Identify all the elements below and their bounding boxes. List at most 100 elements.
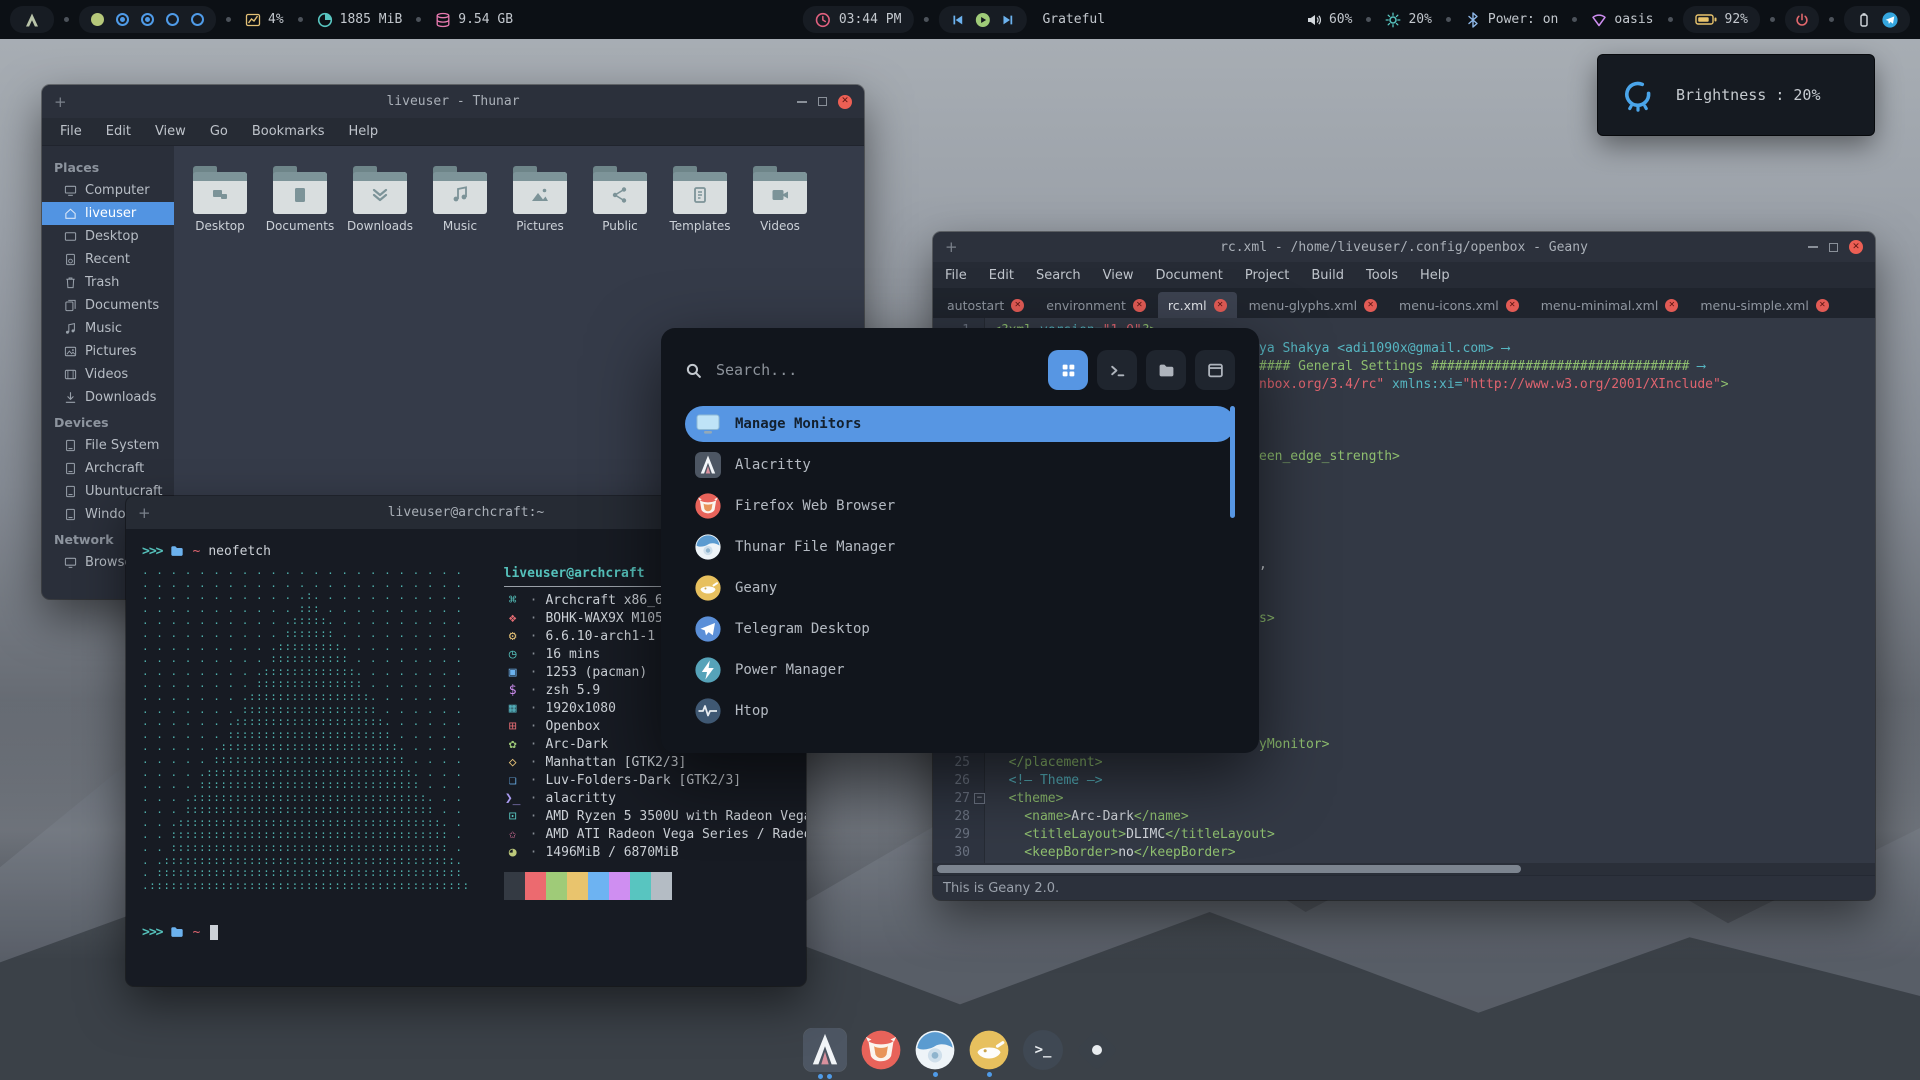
sidebar-item-liveuser[interactable]: liveuser	[42, 202, 174, 225]
launcher-item-geany[interactable]: Geany	[685, 570, 1235, 606]
geany-menu-view[interactable]: View	[1103, 268, 1134, 283]
sidebar-item-computer[interactable]: Computer	[42, 179, 174, 202]
geany-menu-file[interactable]: File	[945, 268, 967, 283]
power-button[interactable]	[1785, 6, 1819, 33]
dock-item-geany[interactable]	[969, 1030, 1009, 1070]
geany-menu-edit[interactable]: Edit	[989, 268, 1014, 283]
close-icon[interactable]: ✕	[838, 95, 852, 109]
bluetooth-widget[interactable]: Power: on	[1461, 6, 1562, 33]
close-icon[interactable]: ✕	[1849, 240, 1863, 254]
sidebar-item-documents[interactable]: Documents	[42, 294, 174, 317]
dock-item-alacritty[interactable]	[803, 1028, 847, 1072]
dock-item-firefox[interactable]	[861, 1030, 901, 1070]
cpu-widget[interactable]: 4%	[241, 6, 288, 33]
launcher-item-firefox-web-browser[interactable]: Firefox Web Browser	[685, 488, 1235, 524]
sidebar-item-archcraft[interactable]: Archcraft	[42, 457, 174, 480]
disk-widget[interactable]: 9.54 GB	[431, 6, 517, 33]
folder-music[interactable]: Music	[428, 164, 492, 233]
play-icon[interactable]	[974, 12, 990, 28]
mode-apps-button[interactable]	[1048, 350, 1088, 390]
folder-pictures[interactable]: Pictures	[508, 164, 572, 233]
new-tab-icon[interactable]: +	[138, 504, 151, 522]
workspace-indicator-4[interactable]	[166, 13, 179, 26]
geany-menu-help[interactable]: Help	[1420, 268, 1450, 283]
workspace-indicator-2[interactable]	[116, 13, 129, 26]
workspace-indicator-5[interactable]	[191, 13, 204, 26]
tab-menu-minimal-xml[interactable]: menu-minimal.xml✕	[1531, 292, 1689, 318]
geany-menu-project[interactable]: Project	[1245, 268, 1289, 283]
dock-item-thunar[interactable]	[915, 1030, 955, 1070]
tab-environment[interactable]: environment✕	[1036, 292, 1156, 318]
folder-downloads[interactable]: Downloads	[348, 164, 412, 233]
close-tab-icon[interactable]: ✕	[1816, 299, 1829, 312]
folder-videos[interactable]: Videos	[748, 164, 812, 233]
memory-widget[interactable]: 1885 MiB	[313, 6, 407, 33]
folder-documents[interactable]: Documents	[268, 164, 332, 233]
archcraft-logo-button[interactable]	[10, 6, 54, 33]
thunar-menu-go[interactable]: Go	[210, 124, 228, 139]
sidebar-item-music[interactable]: Music	[42, 317, 174, 340]
thunar-menu-view[interactable]: View	[155, 124, 186, 139]
geany-menu-document[interactable]: Document	[1155, 268, 1222, 283]
launcher-item-htop[interactable]: Htop	[685, 693, 1235, 729]
minimize-icon[interactable]	[797, 101, 807, 103]
thunar-menu-edit[interactable]: Edit	[106, 124, 131, 139]
close-tab-icon[interactable]: ✕	[1506, 299, 1519, 312]
geany-titlebar[interactable]: + rc.xml - /home/liveuser/.config/openbo…	[933, 232, 1875, 262]
tab-menu-icons-xml[interactable]: menu-icons.xml✕	[1389, 292, 1529, 318]
fold-marker[interactable]: −	[974, 793, 985, 804]
workspace-indicator-3[interactable]	[141, 13, 154, 26]
minimize-icon[interactable]	[1808, 246, 1818, 248]
dock-item-terminal[interactable]: >_	[1023, 1030, 1063, 1070]
tab-autostart[interactable]: autostart✕	[937, 292, 1034, 318]
sidebar-item-pictures[interactable]: Pictures	[42, 340, 174, 363]
brightness-notification[interactable]: Brightness : 20%	[1598, 55, 1874, 135]
search-bar[interactable]	[685, 360, 1036, 380]
tab-menu-simple-xml[interactable]: menu-simple.xml✕	[1690, 292, 1839, 318]
thunar-menu-bookmarks[interactable]: Bookmarks	[252, 124, 325, 139]
launcher-item-power-manager[interactable]: Power Manager	[685, 652, 1235, 688]
geany-menu-build[interactable]: Build	[1311, 268, 1344, 283]
tab-rc-xml[interactable]: rc.xml✕	[1158, 292, 1237, 318]
sidebar-item-recent[interactable]: Recent	[42, 248, 174, 271]
geany-menu-tools[interactable]: Tools	[1366, 268, 1398, 283]
sidebar-item-videos[interactable]: Videos	[42, 363, 174, 386]
battery-widget[interactable]: 92%	[1683, 6, 1760, 33]
launcher-item-telegram-desktop[interactable]: Telegram Desktop	[685, 611, 1235, 647]
dock-item-settings[interactable]	[1077, 1030, 1117, 1070]
mode-run-button[interactable]	[1097, 350, 1137, 390]
network-widget[interactable]: oasis	[1587, 6, 1657, 33]
folder-templates[interactable]: Templates	[668, 164, 732, 233]
close-tab-icon[interactable]: ✕	[1364, 299, 1377, 312]
volume-widget[interactable]: 60%	[1302, 6, 1356, 33]
close-tab-icon[interactable]: ✕	[1133, 299, 1146, 312]
close-tab-icon[interactable]: ✕	[1214, 299, 1227, 312]
search-input[interactable]	[714, 360, 1036, 380]
launcher-item-thunar-file-manager[interactable]: Thunar File Manager	[685, 529, 1235, 565]
launcher-item-alacritty[interactable]: Alacritty	[685, 447, 1235, 483]
close-tab-icon[interactable]: ✕	[1011, 299, 1024, 312]
close-tab-icon[interactable]: ✕	[1665, 299, 1678, 312]
launcher-item-manage-monitors[interactable]: Manage Monitors	[685, 406, 1235, 442]
restore-icon[interactable]	[1829, 243, 1838, 252]
new-file-icon[interactable]: +	[945, 238, 958, 256]
tab-menu-glyphs-xml[interactable]: menu-glyphs.xml✕	[1239, 292, 1387, 318]
sidebar-item-file-system[interactable]: File System	[42, 434, 174, 457]
thunar-titlebar[interactable]: + liveuser - Thunar ✕	[42, 85, 864, 118]
geany-menu-search[interactable]: Search	[1036, 268, 1081, 283]
scrollbar-thumb[interactable]	[937, 865, 1521, 873]
sidebar-item-downloads[interactable]: Downloads	[42, 386, 174, 409]
telegram-tray-icon[interactable]	[1882, 12, 1898, 28]
brightness-widget[interactable]: 20%	[1381, 6, 1435, 33]
thunar-menu-help[interactable]: Help	[348, 124, 378, 139]
folder-desktop[interactable]: Desktop	[188, 164, 252, 233]
maximize-icon[interactable]	[818, 97, 827, 106]
mode-windows-button[interactable]	[1195, 350, 1235, 390]
folder-public[interactable]: Public	[588, 164, 652, 233]
new-tab-icon[interactable]: +	[54, 93, 67, 111]
mode-files-button[interactable]	[1146, 350, 1186, 390]
sidebar-item-desktop[interactable]: Desktop	[42, 225, 174, 248]
clock-widget[interactable]: 03:44 PM	[803, 6, 914, 33]
sidebar-item-trash[interactable]: Trash	[42, 271, 174, 294]
workspace-indicator-1[interactable]	[91, 13, 104, 26]
